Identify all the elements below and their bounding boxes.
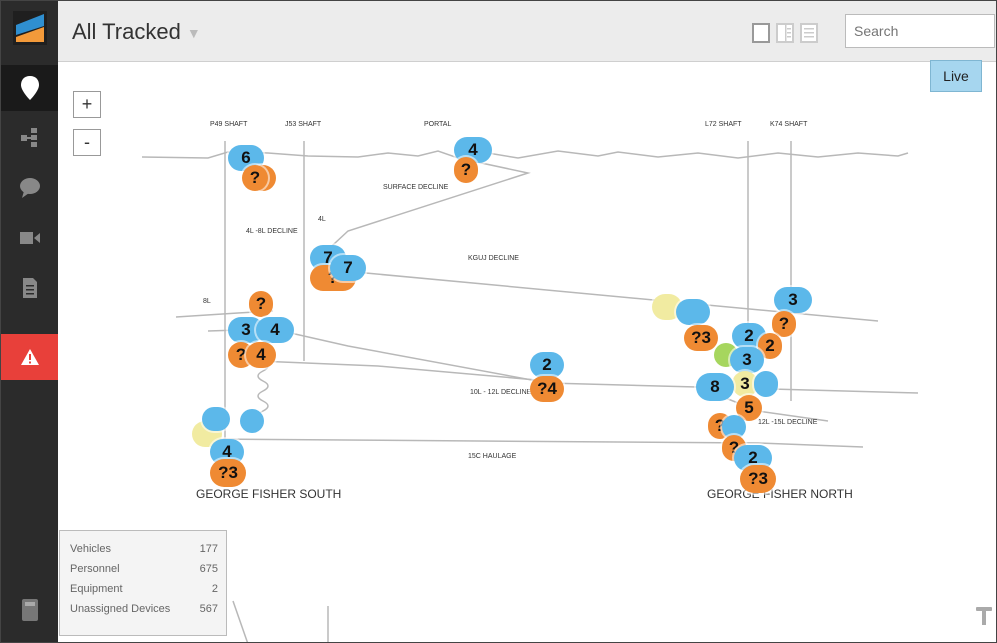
map-pin-icon [20, 76, 39, 100]
device-cluster[interactable] [754, 371, 778, 397]
device-cluster[interactable]: ?3 [210, 459, 246, 487]
device-cluster[interactable] [676, 299, 710, 325]
device-cluster[interactable]: 8 [696, 373, 734, 401]
stat-value: 675 [199, 563, 218, 575]
map-label-10l-12l-decline: 10L - 12L DECLINE [470, 389, 532, 396]
stat-label: Equipment [70, 583, 123, 595]
page-title-dropdown[interactable]: All Tracked ▼ [72, 19, 201, 45]
video-camera-icon [19, 232, 40, 244]
device-icon[interactable] [21, 598, 39, 622]
zoom-in-button[interactable]: + [73, 91, 101, 118]
device-cluster[interactable]: ? [772, 311, 796, 337]
zoom-out-button[interactable]: - [73, 129, 101, 156]
map-label-george-fisher-north: GEORGE FISHER NORTH [707, 487, 853, 501]
chevron-down-icon: ▼ [186, 25, 201, 42]
device-cluster[interactable] [240, 409, 264, 433]
map-label-portal: PORTAL [424, 121, 452, 128]
search-input[interactable] [845, 14, 995, 48]
map-label-george-fisher-south: GEORGE FISHER SOUTH [196, 487, 342, 501]
sidebar-item-messages[interactable] [1, 165, 58, 211]
device-cluster[interactable]: ?4 [530, 376, 564, 402]
stat-row-personnel: Personnel 675 [70, 563, 218, 575]
split-view-icon[interactable] [776, 23, 794, 43]
tag-icon[interactable] [975, 605, 993, 627]
grid-view-icon[interactable] [752, 23, 770, 43]
header-bar: All Tracked ▼ [58, 1, 996, 62]
device-cluster[interactable]: ? [249, 291, 273, 317]
map-label-4l-8l-decline: 4L -8L DECLINE [246, 228, 298, 235]
sidebar-item-hierarchy[interactable] [1, 115, 58, 161]
warning-icon [20, 349, 39, 365]
device-cluster[interactable]: 3 [774, 287, 812, 313]
map-label-surface-decline: SURFACE DECLINE [383, 184, 449, 191]
live-button[interactable]: Live [930, 60, 982, 92]
document-icon [22, 278, 37, 298]
sidebar-item-reports[interactable] [1, 265, 58, 311]
sidebar-item-alerts[interactable] [1, 334, 58, 380]
chat-bubble-icon [19, 178, 40, 198]
sidebar [1, 1, 58, 642]
sidebar-item-map[interactable] [1, 65, 58, 111]
device-cluster[interactable] [202, 407, 230, 431]
stat-value: 177 [199, 543, 218, 555]
device-cluster[interactable]: 4 [256, 317, 294, 343]
sidebar-item-video[interactable] [1, 215, 58, 261]
map-label-j53-shaft: J53 SHAFT [285, 121, 322, 128]
stat-row-equipment: Equipment 2 [70, 583, 218, 595]
list-view-icon[interactable] [800, 23, 818, 43]
map-label-15c-haulage: 15C HAULAGE [468, 453, 517, 460]
hierarchy-icon [20, 128, 37, 147]
device-cluster[interactable]: 2 [530, 352, 564, 378]
device-cluster[interactable]: ?3 [684, 325, 718, 351]
map-label-8l: 8L [203, 298, 211, 305]
device-cluster[interactable]: ? [454, 157, 478, 183]
device-cluster[interactable]: 3 [730, 347, 764, 373]
map-label-l72-shaft: L72 SHAFT [705, 121, 742, 128]
stat-label: Unassigned Devices [70, 603, 171, 615]
device-cluster[interactable]: ?3 [740, 465, 776, 493]
app-window: All Tracked ▼ Search P49 SHAFT J53 SHAFT… [0, 0, 997, 643]
device-cluster[interactable]: 4 [246, 342, 276, 368]
stat-value: 2 [211, 583, 218, 595]
map-label-4l: 4L [318, 216, 326, 223]
map-label-12l-15l-decline: 12L -15L DECLINE [758, 419, 818, 426]
map-label-kguj-decline: KGUJ DECLINE [468, 255, 519, 262]
stat-label: Personnel [70, 563, 120, 575]
stats-panel: Vehicles 177 Personnel 675 Equipment 2 U… [59, 530, 227, 636]
page-title: All Tracked [72, 19, 181, 44]
stat-label: Vehicles [70, 543, 111, 555]
app-logo[interactable] [13, 11, 47, 45]
device-cluster[interactable]: 7 [330, 255, 366, 281]
stat-row-vehicles: Vehicles 177 [70, 543, 218, 555]
map-label-p49-shaft: P49 SHAFT [210, 121, 248, 128]
map-label-k74-shaft: K74 SHAFT [770, 121, 808, 128]
stat-row-unassigned-devices: Unassigned Devices 567 [70, 603, 218, 615]
device-cluster[interactable]: ? [242, 165, 268, 191]
stat-value: 567 [199, 603, 218, 615]
